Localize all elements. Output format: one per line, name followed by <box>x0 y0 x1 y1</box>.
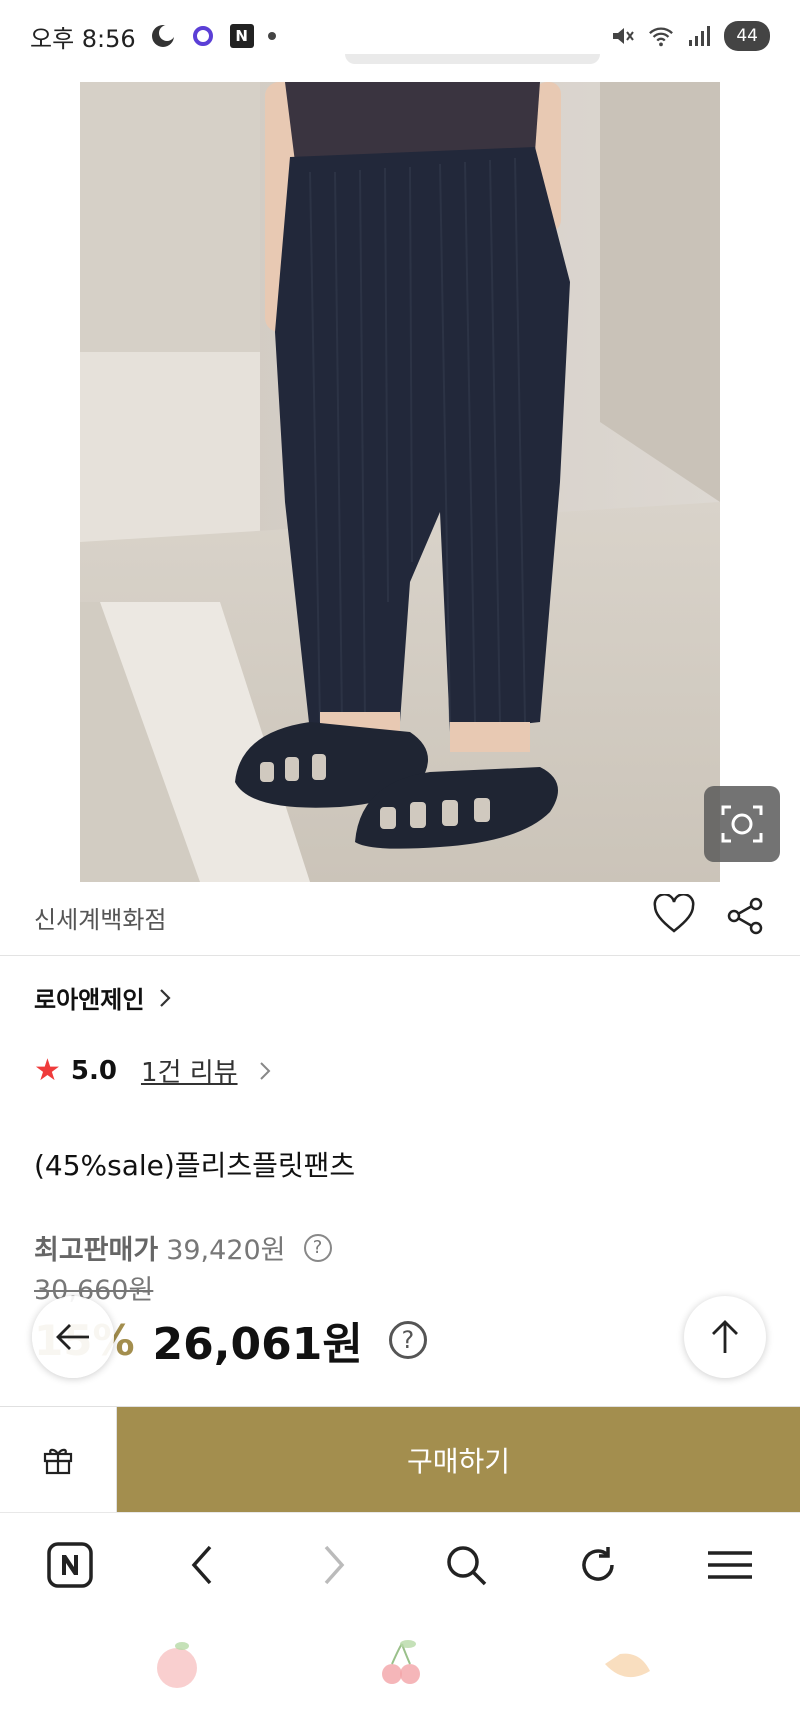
naver-home-button[interactable] <box>42 1537 98 1593</box>
rating-score: 5.0 <box>70 1055 117 1086</box>
decorative-footer <box>0 1616 800 1716</box>
chevron-left-icon <box>191 1545 212 1584</box>
search-icon <box>447 1545 487 1585</box>
chevron-right-icon <box>324 1545 345 1584</box>
mute-icon <box>610 23 636 49</box>
refresh-button[interactable] <box>570 1537 626 1593</box>
arrow-left-icon <box>33 122 74 154</box>
cherry-icon <box>382 1640 420 1684</box>
sale-price: 26,061원 <box>152 1319 363 1370</box>
wifi-icon <box>648 23 674 49</box>
signal-icon <box>686 23 712 49</box>
arrow-up-icon <box>712 1320 738 1353</box>
image-back-button[interactable] <box>30 118 90 162</box>
floating-back-button[interactable] <box>32 1296 114 1378</box>
chevron-right-icon <box>160 988 171 1007</box>
refresh-icon <box>582 1546 614 1581</box>
nav-back-button[interactable] <box>174 1537 230 1593</box>
help-icon[interactable]: ? <box>388 1321 427 1359</box>
orange-slice-icon <box>605 1653 650 1678</box>
naver-status-icon: N <box>229 24 254 48</box>
gift-button[interactable] <box>0 1407 117 1513</box>
heart-icon <box>653 893 695 933</box>
max-price-label: 최고판매가 <box>34 1235 159 1266</box>
help-icon[interactable]: ? <box>303 1233 332 1262</box>
buy-button[interactable]: 구매하기 <box>117 1407 800 1512</box>
product-title: (45%sale)플리츠플릿팬츠 <box>34 1149 356 1182</box>
max-price-row: 최고판매가 39,420원 ? <box>34 1228 332 1267</box>
camera-search-icon <box>721 805 763 843</box>
store-name: 신세계백화점 <box>34 906 167 934</box>
battery-indicator: 44 <box>724 21 770 51</box>
product-image[interactable] <box>80 82 720 882</box>
chevron-right-icon <box>259 1061 270 1080</box>
peach-icon <box>157 1642 197 1688</box>
notification-dot-icon <box>267 32 276 40</box>
star-icon: ★ <box>34 1053 61 1088</box>
camera-search-button[interactable] <box>704 786 780 862</box>
wishlist-button[interactable] <box>652 893 696 938</box>
purchase-bar: 구매하기 <box>0 1406 800 1513</box>
share-icon <box>727 897 763 935</box>
nav-forward-button[interactable] <box>306 1537 362 1593</box>
search-button[interactable] <box>438 1537 494 1593</box>
status-time: 오후 8:56 <box>30 24 136 53</box>
rating-row: ★ 5.0 1건 리뷰 <box>34 1052 272 1089</box>
share-button[interactable] <box>726 896 766 940</box>
ring-icon <box>190 23 216 49</box>
arrow-left-icon <box>56 1324 89 1350</box>
pull-handle <box>345 54 600 64</box>
menu-icon <box>708 1550 752 1579</box>
scroll-top-button[interactable] <box>684 1296 766 1378</box>
gift-icon <box>43 1448 73 1475</box>
browser-toolbar <box>0 1512 800 1616</box>
review-link[interactable]: 1건 리뷰 <box>141 1052 238 1089</box>
max-price: 39,420원 <box>166 1235 286 1266</box>
menu-button[interactable] <box>702 1537 758 1593</box>
moon-icon <box>150 23 176 49</box>
brand-name: 로아앤제인 <box>34 986 145 1014</box>
brand-link[interactable]: 로아앤제인 <box>34 980 172 1015</box>
naver-n-icon <box>47 1541 93 1588</box>
